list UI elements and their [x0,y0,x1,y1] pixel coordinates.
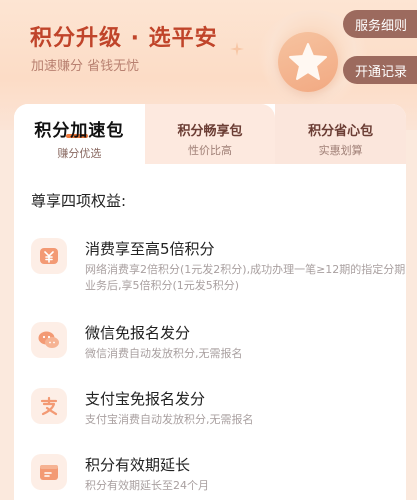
tab-acceleration-pack[interactable]: 积分加速包 赚分优选 [14,104,145,164]
benefit-description: 积分有效期延长至24个月 [85,479,209,492]
service-detail-button[interactable]: 服务细则 [342,10,417,38]
tab-worry-free-pack[interactable]: 积分省心包 实惠划算 [275,104,407,164]
tab-sublabel: 赚分优选 [57,147,102,160]
tab-label: 积分加速包 [34,121,125,141]
hero-subtitle: 加速赚分 省钱无忧 [31,59,140,74]
star-badge [278,32,338,92]
tab-label: 积分省心包 [308,124,374,139]
benefit-title: 积分有效期延长 [85,456,191,474]
benefit-description: 支付宝消费自动发放积分,无需报名 [85,413,254,426]
benefit-description: 网络消费享2倍积分(1元发2积分),成功办理一笔≥12期的指定分期业务后,享5倍… [85,263,406,292]
benefit-item: 微信免报名发分 微信消费自动发放积分,无需报名 [31,322,391,382]
tab-sublabel: 性价比高 [188,144,232,157]
benefit-item: 消费享至高5倍积分 网络消费享2倍积分(1元发2积分),成功办理一笔≥12期的指… [31,238,405,298]
sparkle-icon [230,42,244,56]
hero-title: 积分升级 · 选平安 [30,26,218,51]
benefit-item: 积分有效期延长 积分有效期延长至24个月 [31,454,391,500]
yuan-card-icon [31,238,67,274]
star-icon [289,43,327,80]
tab-label: 积分畅享包 [177,124,243,139]
tab-enjoy-pack[interactable]: 积分畅享包 性价比高 [144,104,276,164]
tab-sublabel: 实惠划算 [318,144,363,157]
benefits-heading: 尊享四项权益: [31,192,127,210]
calendar-card-icon [31,454,67,490]
subscription-record-button[interactable]: 开通记录 [342,56,417,84]
package-tabs: 积分加速包 赚分优选 积分畅享包 性价比高 积分省心包 实惠划算 [14,104,407,164]
benefit-title: 微信免报名发分 [85,324,191,342]
benefit-item: 支付宝免报名发分 支付宝消费自动发放积分,无需报名 [31,388,391,448]
wechat-icon [31,322,67,358]
benefit-description: 微信消费自动发放积分,无需报名 [85,347,243,360]
alipay-icon [31,388,67,424]
benefit-title: 消费享至高5倍积分 [85,240,215,258]
benefit-title: 支付宝免报名发分 [85,390,206,408]
